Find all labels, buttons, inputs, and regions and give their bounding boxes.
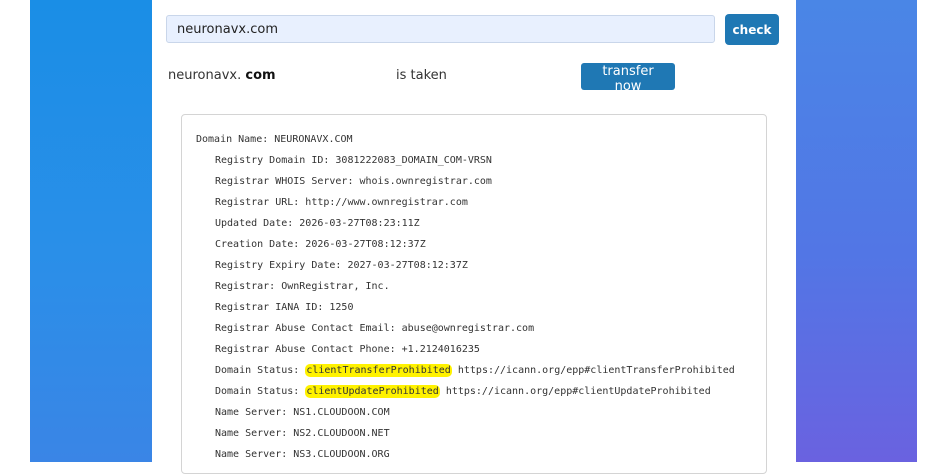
result-row: neuronavx. com is taken transfer now (168, 62, 778, 94)
whois-line: Registrar IANA ID: 1250 (215, 302, 354, 313)
status-url: https://icann.org/epp#clientTransferProh… (457, 365, 735, 376)
status-label: Domain Status: (215, 386, 300, 397)
left-background-band (30, 0, 152, 462)
status-label: Domain Status: (215, 365, 300, 376)
domain-tld: com (245, 68, 276, 83)
main-panel: check neuronavx. com is taken transfer n… (152, 0, 796, 474)
domain-prefix: neuronavx. (168, 68, 242, 83)
whois-line: Registrar WHOIS Server: whois.ownregistr… (215, 176, 492, 187)
whois-name-server-line: Name Server: NS3.CLOUDOON.ORG (215, 449, 390, 460)
whois-line: Registrar Abuse Contact Email: abuse@own… (215, 323, 535, 334)
transfer-now-button[interactable]: transfer now (581, 63, 675, 94)
availability-status: is taken (396, 68, 447, 83)
status-url: https://icann.org/epp#clientUpdateProhib… (445, 386, 711, 397)
whois-line: Updated Date: 2026-03-27T08:23:11Z (215, 218, 420, 229)
whois-domain-status-line: Domain Status: clientUpdateProhibited ht… (215, 385, 711, 399)
whois-domain-status-line: Domain Status: clientTransferProhibited … (215, 364, 735, 378)
status-code-highlight: clientUpdateProhibited (305, 385, 440, 398)
right-background-band (796, 0, 917, 462)
whois-line: Creation Date: 2026-03-27T08:12:37Z (215, 239, 426, 250)
whois-name-server-line: Name Server: NS2.CLOUDOON.NET (215, 428, 390, 439)
domain-search-input[interactable] (166, 15, 715, 43)
whois-line: Registrar URL: http://www.ownregistrar.c… (215, 197, 468, 208)
whois-domain-name-line: Domain Name: NEURONAVX.COM (196, 134, 353, 145)
whois-line: Registrar Abuse Contact Phone: +1.212401… (215, 344, 480, 355)
whois-line: Registry Expiry Date: 2027-03-27T08:12:3… (215, 260, 468, 271)
check-button[interactable]: check (725, 14, 779, 45)
whois-line: Registry Domain ID: 3081222083_DOMAIN_CO… (215, 155, 492, 166)
whois-name-server-line: Name Server: NS1.CLOUDOON.COM (215, 407, 390, 418)
whois-record-box: Domain Name: NEURONAVX.COM Registry Doma… (181, 114, 767, 474)
whois-line: Registrar: OwnRegistrar, Inc. (215, 281, 390, 292)
result-domain-name: neuronavx. com (168, 68, 276, 83)
status-code-highlight: clientTransferProhibited (305, 364, 452, 377)
